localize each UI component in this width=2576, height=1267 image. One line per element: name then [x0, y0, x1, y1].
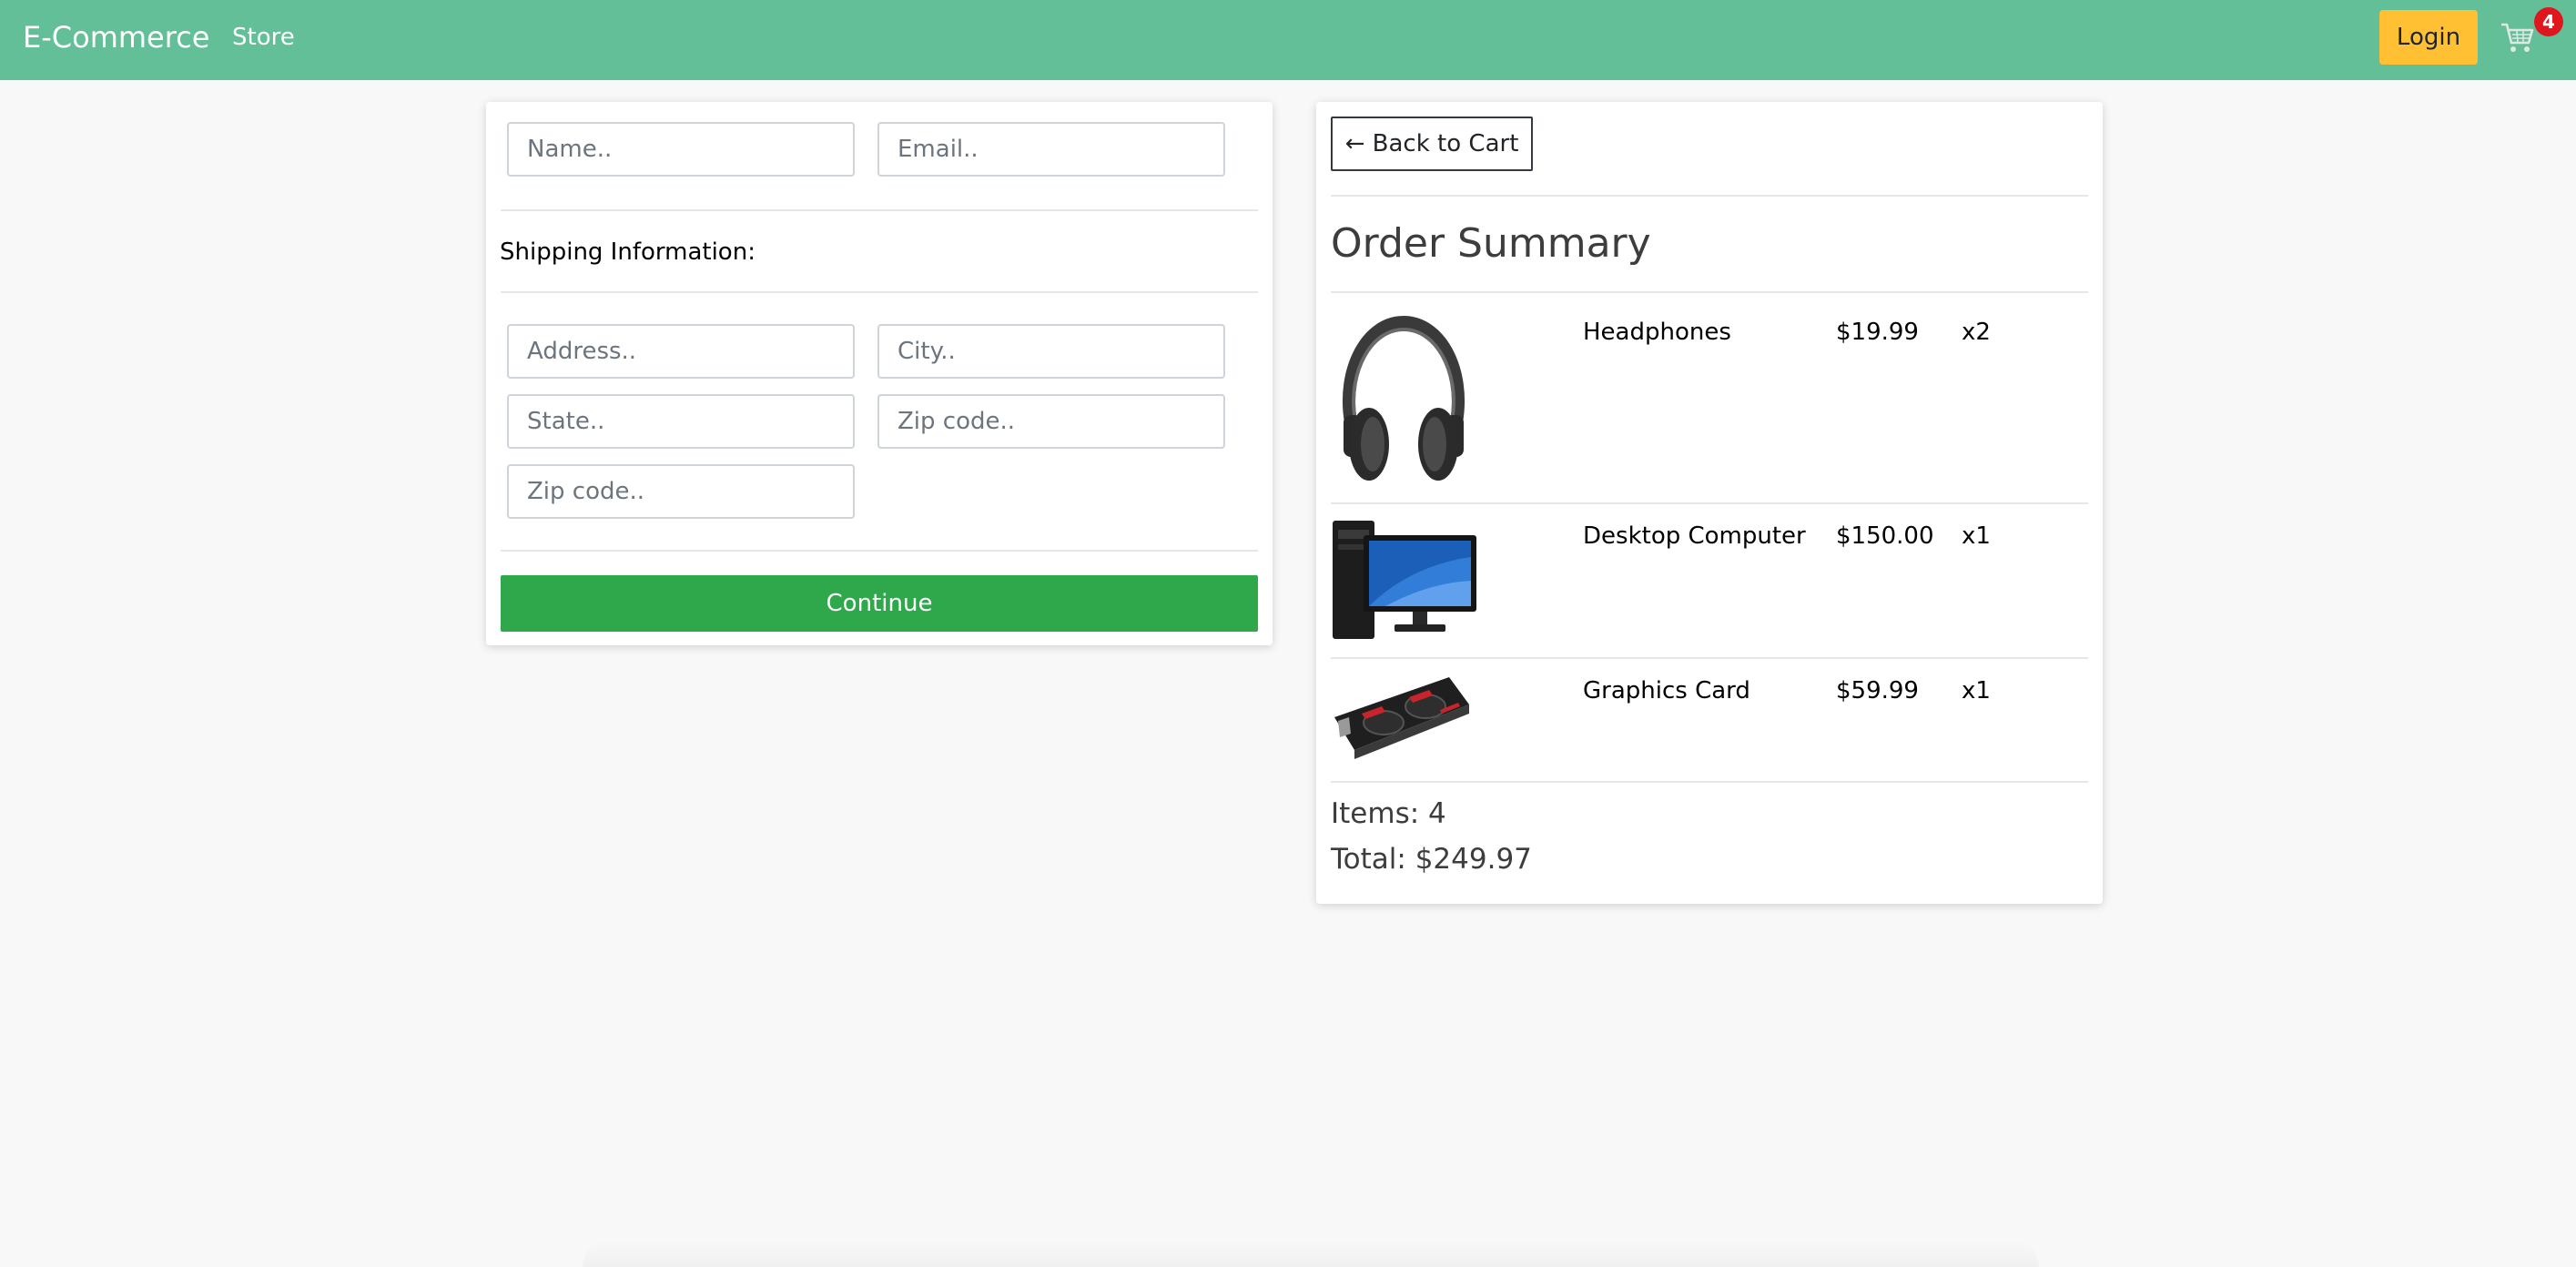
items-count: Items: 4: [1331, 797, 1446, 830]
item-name: Graphics Card: [1583, 677, 1750, 704]
back-to-cart-button[interactable]: ← Back to Cart: [1331, 117, 1533, 171]
order-summary-title: Order Summary: [1331, 220, 1651, 267]
item-quantity: x2: [1962, 319, 1991, 346]
item-name: Desktop Computer: [1583, 522, 1806, 550]
brand-link[interactable]: E-Commerce: [23, 17, 209, 57]
shipping-information-label: Shipping Information:: [500, 238, 756, 266]
state-field[interactable]: [507, 394, 855, 449]
email-field[interactable]: [877, 122, 1225, 177]
cart-count-badge: 4: [2534, 7, 2563, 36]
form-divider: [501, 209, 1258, 211]
summary-divider: [1331, 195, 2088, 197]
item-quantity: x1: [1962, 522, 1991, 550]
continue-button[interactable]: Continue: [501, 575, 1258, 632]
cart-icon[interactable]: [2500, 22, 2535, 55]
page-footer-shadow: [583, 1240, 2039, 1267]
zip-code-field[interactable]: [877, 394, 1225, 449]
name-field[interactable]: [507, 122, 855, 177]
summary-divider: [1331, 781, 2088, 783]
item-quantity: x1: [1962, 677, 1991, 704]
order-total: Total: $249.97: [1331, 843, 1532, 876]
navbar: E-Commerce Store Login 4: [0, 0, 2576, 80]
item-price: $19.99: [1836, 319, 1919, 346]
form-divider: [501, 291, 1258, 293]
zip-code-field-2[interactable]: [507, 464, 855, 519]
summary-divider: [1331, 291, 2088, 293]
item-name: Headphones: [1583, 319, 1731, 346]
desktop-computer-image: [1331, 517, 1478, 643]
item-divider: [1331, 657, 2088, 659]
form-divider: [501, 550, 1258, 552]
nav-store-link[interactable]: Store: [232, 20, 295, 55]
login-button[interactable]: Login: [2379, 10, 2478, 65]
item-price: $59.99: [1836, 677, 1919, 704]
address-field[interactable]: [507, 324, 855, 379]
item-divider: [1331, 502, 2088, 504]
headphones-image: [1331, 315, 1476, 488]
item-price: $150.00: [1836, 522, 1934, 550]
city-field[interactable]: [877, 324, 1225, 379]
graphics-card-image: [1331, 670, 1473, 766]
